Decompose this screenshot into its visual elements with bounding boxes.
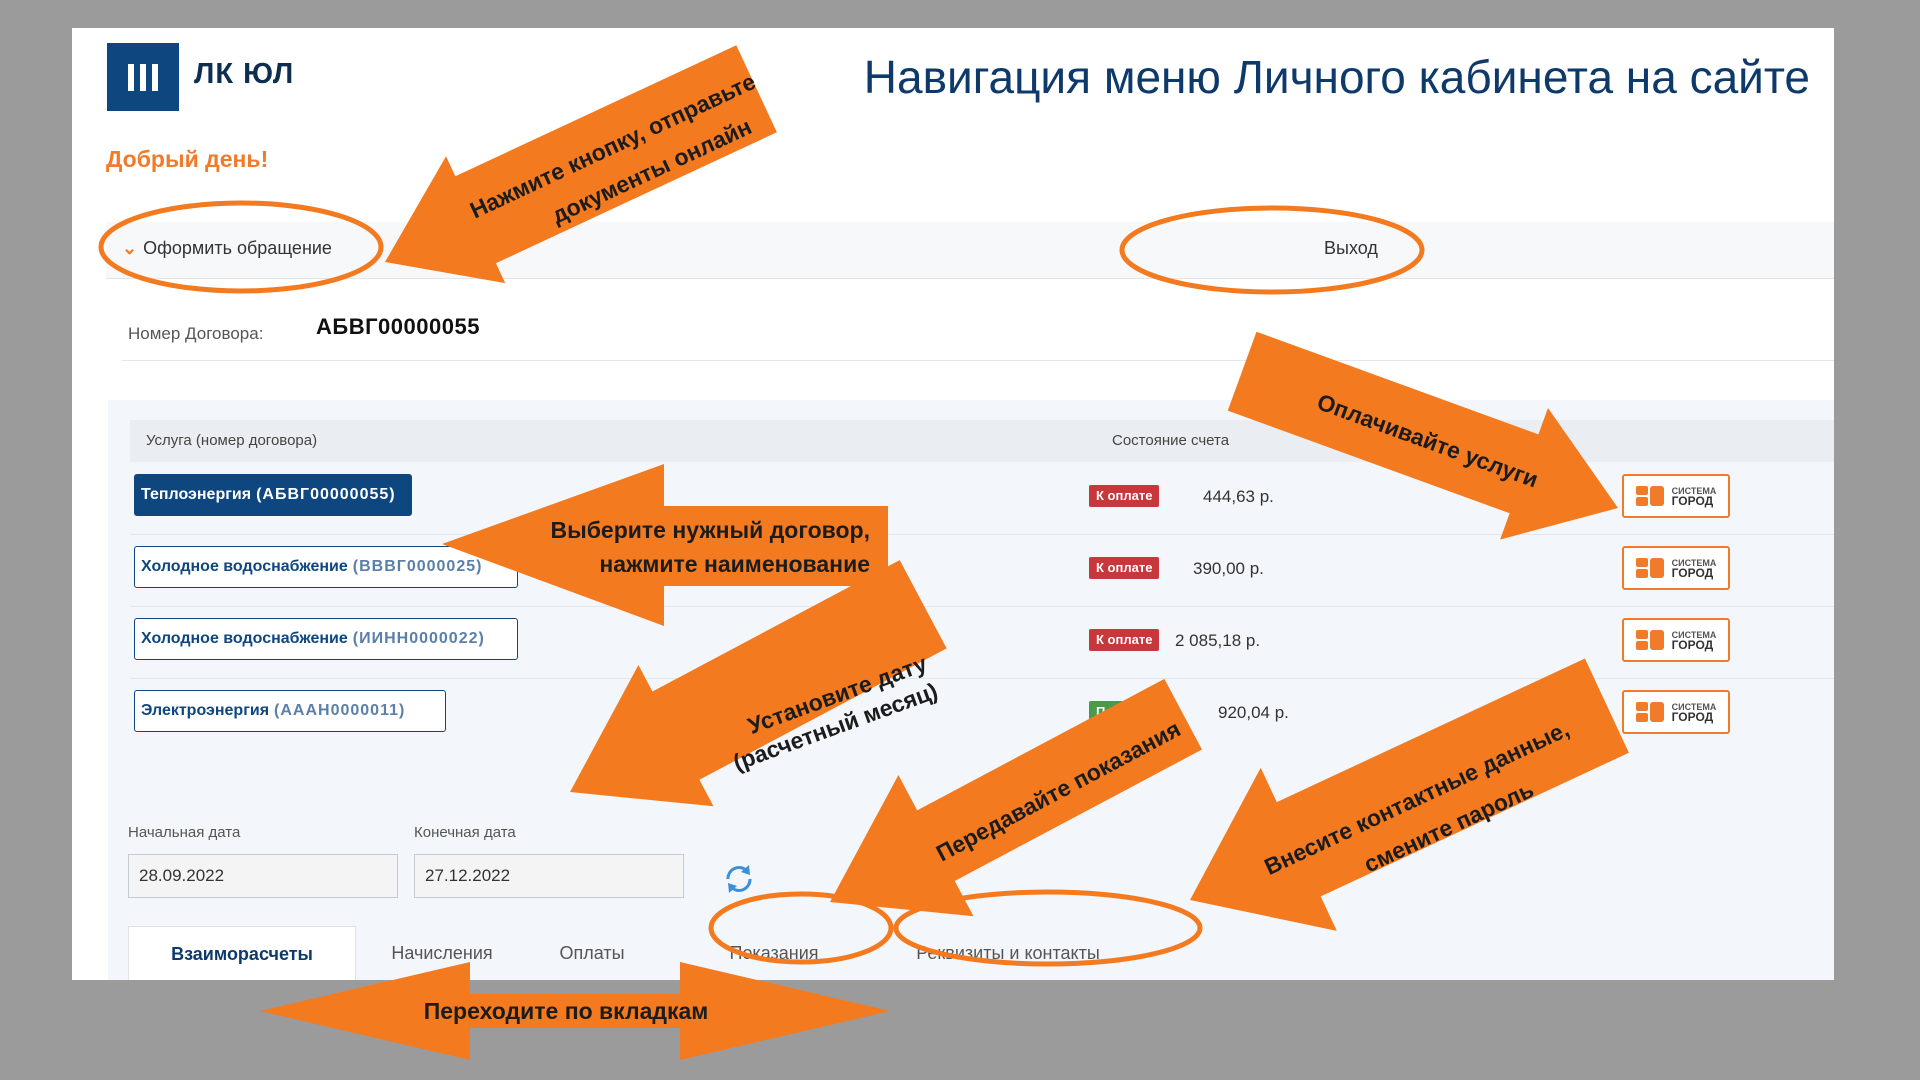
end-date-label: Конечная дата	[414, 824, 516, 841]
greeting: Добрый день!	[106, 146, 269, 172]
header-service: Услуга (номер договора)	[146, 432, 318, 449]
contract-number: АБВГ00000055	[316, 314, 480, 339]
service-link-cold-water-1[interactable]: Холодное водоснабжение (ВВВГ0000025)	[134, 546, 518, 588]
service-name: Холодное водоснабжение	[141, 558, 348, 575]
service-link-electricity[interactable]: Электроэнергия (АААН0000011)	[134, 690, 446, 732]
divider	[122, 360, 1834, 361]
gorod-logo-icon	[1635, 702, 1664, 722]
pay-button-label: СИСТЕМА ГОРОД	[1671, 630, 1717, 652]
slide: ЛК ЮЛ Навигация меню Личного кабинета на…	[72, 28, 1834, 980]
logo-text: ЛК ЮЛ	[194, 58, 295, 90]
start-date-label: Начальная дата	[128, 824, 241, 841]
logo-icon	[107, 43, 179, 111]
pay-button[interactable]: СИСТЕМА ГОРОД	[1622, 690, 1730, 734]
service-number: (АААН0000011)	[274, 702, 406, 719]
service-number: (ВВВГ0000025)	[352, 558, 483, 575]
tab-requisites[interactable]: Реквизиты и контакты	[888, 926, 1128, 980]
service-link-cold-water-2[interactable]: Холодное водоснабжение (ИИНН0000022)	[134, 618, 518, 660]
end-date-input[interactable]	[414, 854, 684, 898]
menu-bar: ⌄ Оформить обращение Выход	[106, 222, 1834, 279]
status-badge: К оплате	[1089, 629, 1160, 651]
new-request-button[interactable]: ⌄ Оформить обращение	[122, 238, 332, 259]
amount: 920,04 р.	[1218, 703, 1289, 722]
start-date-input[interactable]	[128, 854, 398, 898]
pay-button-label: СИСТЕМА ГОРОД	[1671, 486, 1717, 508]
pay-button-label: СИСТЕМА ГОРОД	[1671, 702, 1717, 724]
status-badge: Переплата	[1089, 701, 1172, 723]
pay-button-label: СИСТЕМА ГОРОД	[1671, 558, 1717, 580]
gorod-logo-icon	[1635, 486, 1664, 506]
service-name: Теплоэнергия	[141, 486, 252, 503]
tab-payments[interactable]: Оплаты	[532, 926, 652, 980]
annotation-switch-tabs: Переходите по вкладкам	[424, 998, 709, 1024]
refresh-icon[interactable]	[720, 860, 758, 898]
gorod-logo-icon	[1635, 558, 1664, 578]
service-name: Холодное водоснабжение	[141, 630, 348, 647]
slide-title: Навигация меню Личного кабинета на сайте	[863, 51, 1810, 103]
pay-button[interactable]: СИСТЕМА ГОРОД	[1622, 474, 1730, 518]
status-badge: К оплате	[1089, 557, 1160, 579]
row-divider	[130, 534, 1834, 535]
new-request-label: Оформить обращение	[143, 238, 332, 258]
row-divider	[130, 678, 1834, 679]
service-number: (ИИНН0000022)	[352, 630, 485, 647]
tab-bar: Взаиморасчеты Начисления Оплаты Показани…	[128, 926, 1834, 980]
service-name: Электроэнергия	[141, 702, 270, 719]
pay-button[interactable]: СИСТЕМА ГОРОД	[1622, 618, 1730, 662]
tab-charges[interactable]: Начисления	[364, 926, 520, 980]
chevron-down-icon: ⌄	[122, 238, 138, 258]
service-number: (АБВГ00000055)	[256, 486, 396, 503]
pay-button[interactable]: СИСТЕМА ГОРОД	[1622, 546, 1730, 590]
amount: 390,00 р.	[1193, 559, 1264, 578]
header-status: Состояние счета	[1112, 432, 1230, 449]
row-divider	[130, 606, 1834, 607]
service-link-heat[interactable]: Теплоэнергия (АБВГ00000055)	[134, 474, 412, 516]
logout-button[interactable]: Выход	[1324, 238, 1378, 259]
contract-label: Номер Договора:	[128, 324, 264, 343]
amount: 444,63 р.	[1203, 487, 1274, 506]
tab-settlements[interactable]: Взаиморасчеты	[128, 926, 356, 980]
status-badge: К оплате	[1089, 485, 1160, 507]
gorod-logo-icon	[1635, 630, 1664, 650]
table-header: Услуга (номер договора) Состояние счета	[130, 420, 1834, 462]
amount: 2 085,18 р.	[1175, 631, 1261, 650]
tab-readings[interactable]: Показания	[692, 926, 856, 980]
